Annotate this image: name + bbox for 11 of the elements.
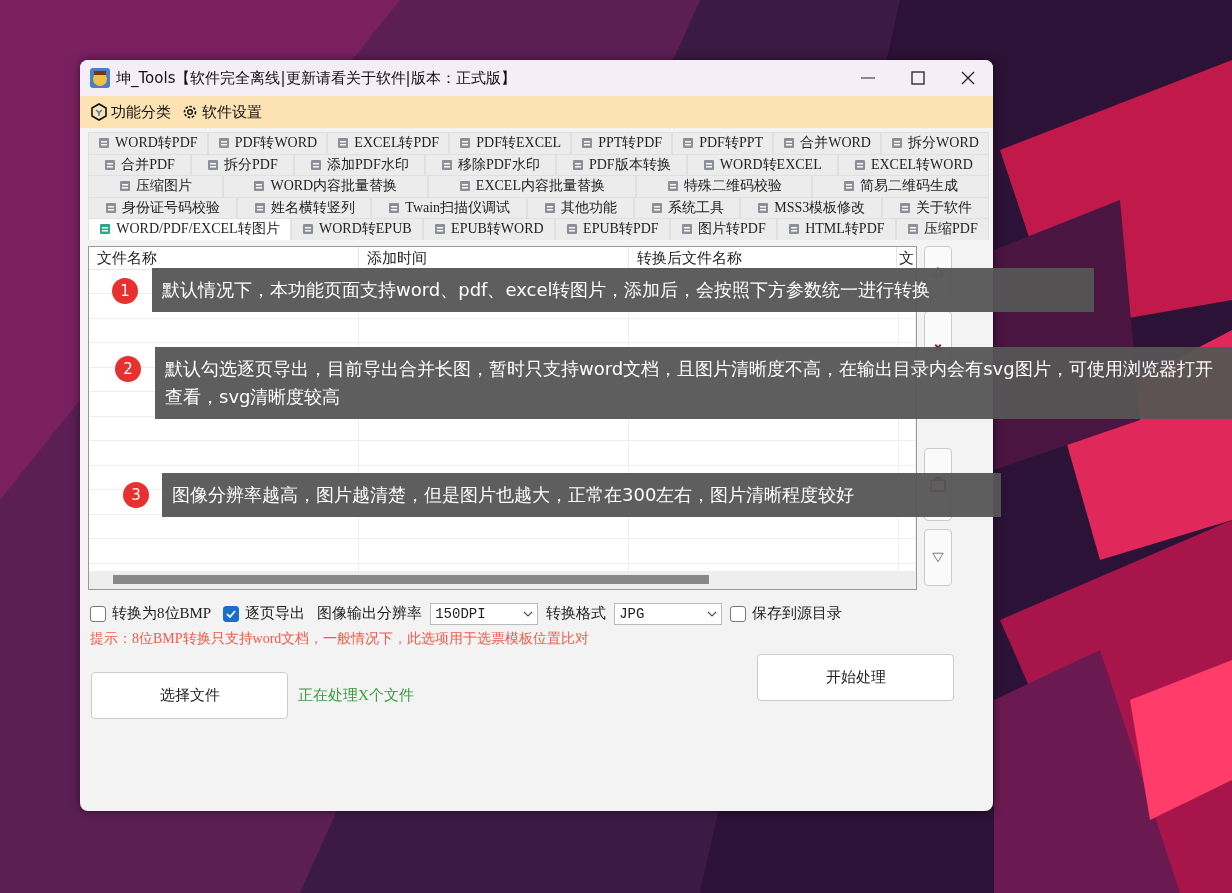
field-label: 转换格式 xyxy=(546,604,607,623)
field-label: 图像输出分辨率 xyxy=(317,604,423,623)
window-title: 坤_Tools【软件完全离线|更新请看关于软件|版本：正式版】 xyxy=(116,68,516,88)
callout-tooltip: 图像分辨率越高，图片越清楚，但是图片也越大，正常在300左右，图片清晰程度较好 xyxy=(162,473,1001,517)
hint-text: 提示：8位BMP转换只支持word文档，一般情况下，此选项用于选票模板位置比对 xyxy=(90,629,591,648)
callout-tooltip: 默认勾选逐页导出，目前导出合并长图，暂时只支持word文档，且图片清晰度不高，在输出目录内会有svg图片，可使用浏览器打开查看，svg清晰度较高 xyxy=(155,347,1232,419)
checkbox-label: 保存到源目录 xyxy=(752,604,843,623)
checkbox-label: 逐页导出 xyxy=(245,604,306,623)
status-text: 正在处理X个文件 xyxy=(298,685,414,705)
callout-tooltip: 默认情况下，本功能页面支持word、pdf、excel转图片，添加后，会按照下方参数统一进行转换 xyxy=(152,268,1094,312)
checkbox-label: 转换为8位BMP xyxy=(112,604,212,623)
